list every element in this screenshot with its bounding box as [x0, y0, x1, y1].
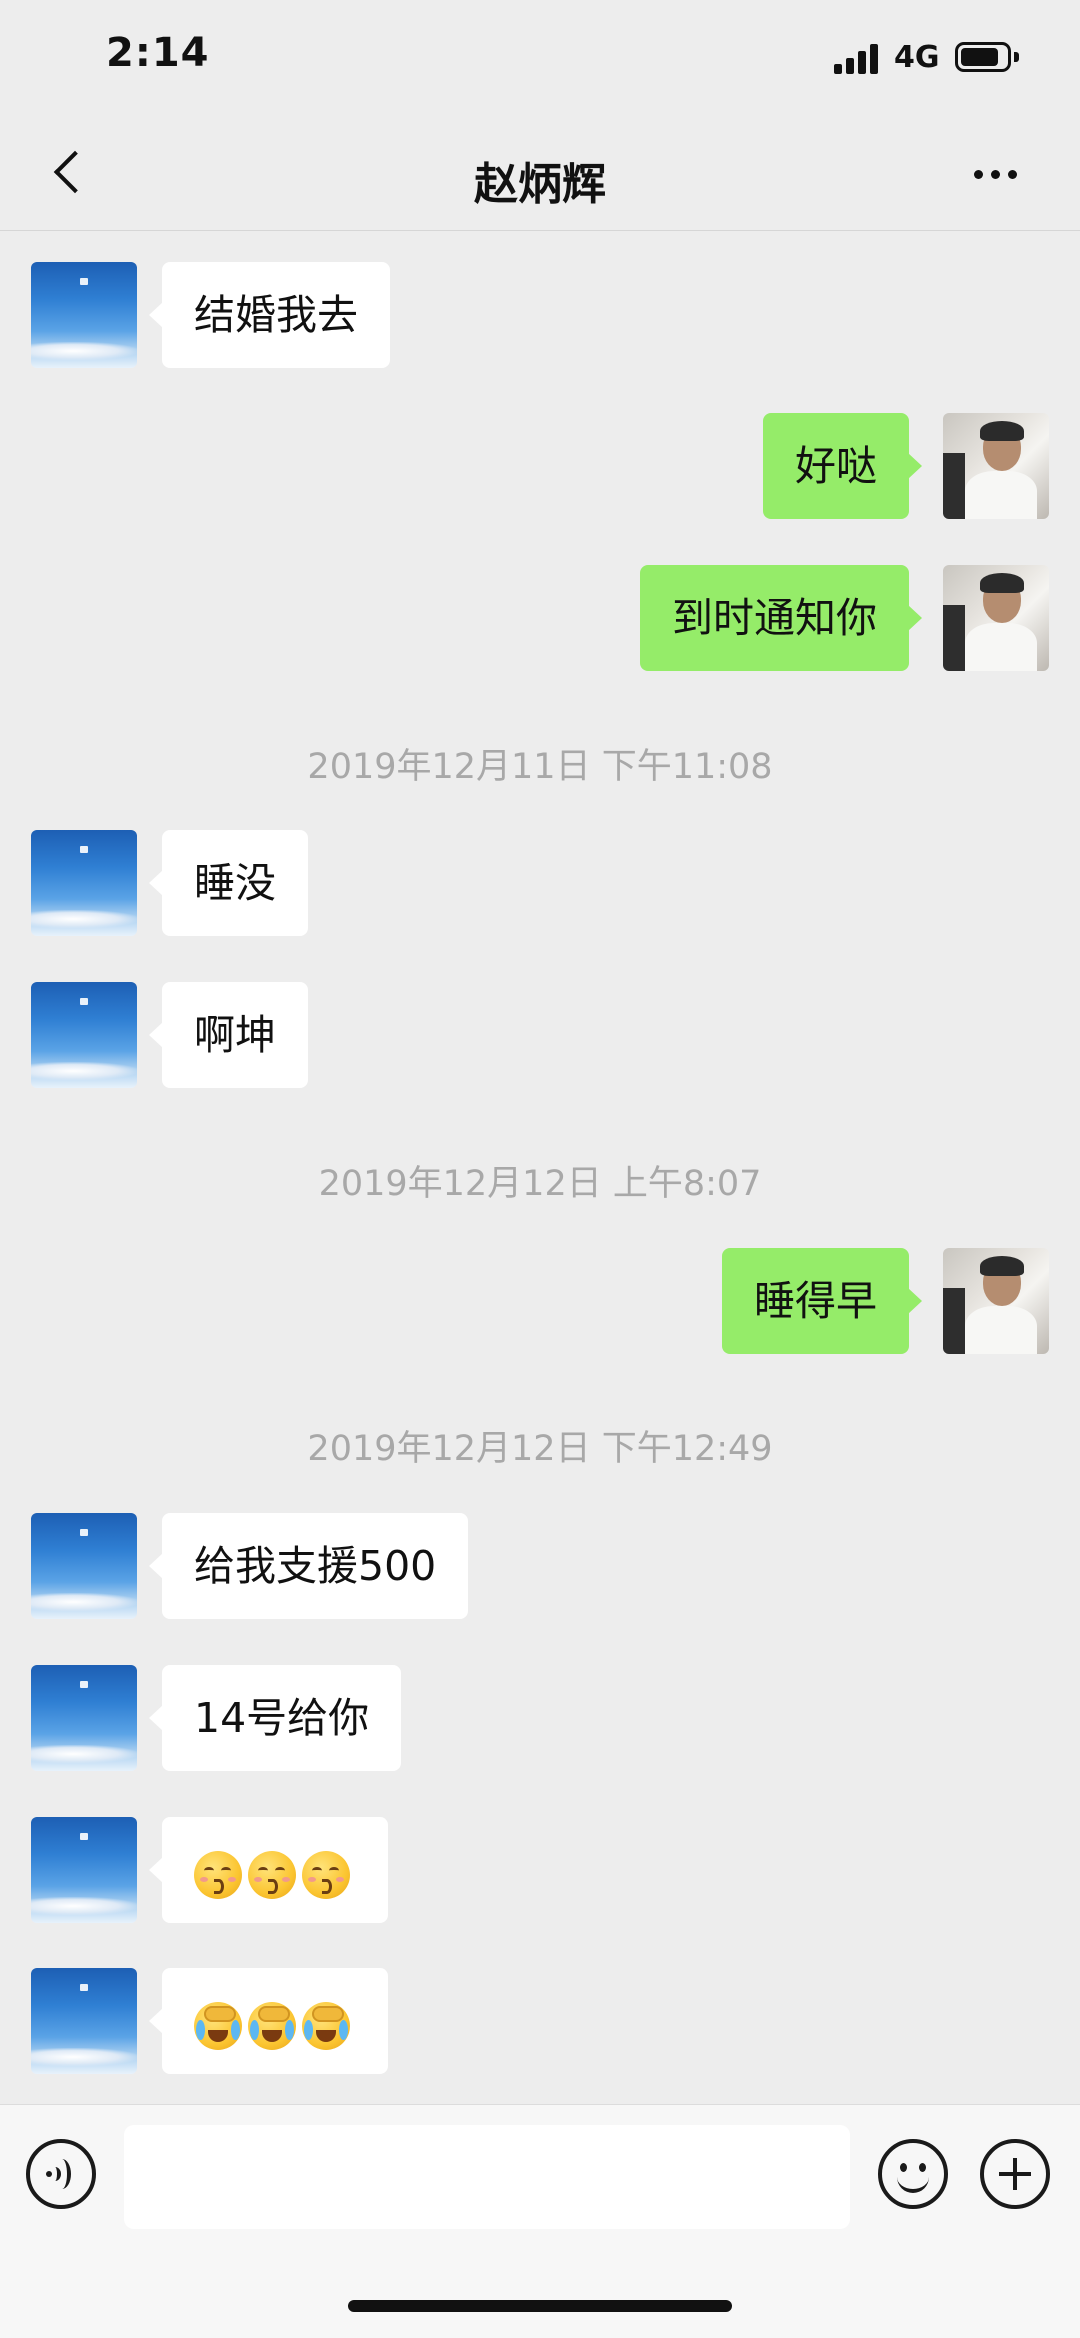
status-bar: 2:14 4G	[0, 0, 1080, 120]
kissing-face-icon	[248, 1850, 296, 1899]
smiley-mouth	[897, 2173, 929, 2193]
home-indicator[interactable]	[348, 2300, 732, 2312]
smiley-icon	[900, 2163, 907, 2172]
battery-fill	[961, 48, 998, 66]
contact-avatar[interactable]	[31, 830, 137, 936]
message-bubble[interactable]: 结婚我去	[149, 262, 390, 368]
more-dot	[1008, 170, 1017, 179]
self-avatar[interactable]	[943, 565, 1049, 671]
timestamp: 2019年12月12日 下午12:49	[307, 1429, 773, 1469]
contact-avatar[interactable]	[31, 1513, 137, 1619]
emoji-message-bubble[interactable]	[149, 1968, 388, 2074]
smiley-eye	[919, 2163, 926, 2172]
message-bubble[interactable]: 好哒	[763, 413, 922, 519]
chat-title: 赵炳辉	[474, 159, 606, 210]
timestamp: 2019年12月12日 上午8:07	[318, 1164, 762, 1204]
voice-wave	[53, 2159, 71, 2189]
kissing-face-icon	[302, 1850, 350, 1899]
emoji-message-bubble[interactable]	[149, 1817, 388, 1923]
kissing-face-icon	[194, 1850, 242, 1899]
voice-button[interactable]	[26, 2139, 96, 2209]
more-dot	[991, 170, 1000, 179]
message-bubble[interactable]: 啊坤	[149, 982, 308, 1088]
message-bubble[interactable]: 14号给你	[148, 1665, 402, 1771]
message-bubble[interactable]: 睡没	[149, 830, 308, 936]
self-avatar[interactable]	[943, 1248, 1049, 1354]
more-button[interactable]	[966, 150, 1026, 200]
status-time: 2:14	[106, 30, 210, 76]
network-type: 4G	[894, 40, 940, 75]
message-input[interactable]	[124, 2125, 850, 2229]
crying-face-icon	[302, 2001, 350, 2050]
contact-avatar[interactable]	[31, 1665, 137, 1771]
plus-button[interactable]	[980, 2139, 1050, 2209]
chat-header: 赵炳辉	[0, 120, 1080, 231]
message-bubble[interactable]: 给我支援500	[148, 1513, 469, 1619]
battery-tip	[1014, 52, 1019, 62]
emoji-button[interactable]	[878, 2139, 948, 2209]
contact-avatar[interactable]	[31, 1968, 137, 2074]
crying-face-icon	[248, 2001, 296, 2050]
timestamp: 2019年12月11日 下午11:08	[307, 747, 773, 787]
contact-avatar[interactable]	[31, 1817, 137, 1923]
message-bubble[interactable]: 睡得早	[722, 1248, 922, 1354]
crying-face-icon	[194, 2001, 242, 2050]
more-dots-icon	[974, 170, 983, 179]
signal-icon	[834, 42, 882, 74]
contact-avatar[interactable]	[31, 982, 137, 1088]
contact-avatar[interactable]	[31, 262, 137, 368]
message-bubble[interactable]: 到时通知你	[640, 565, 922, 671]
battery-icon	[955, 42, 1011, 72]
self-avatar[interactable]	[943, 413, 1049, 519]
